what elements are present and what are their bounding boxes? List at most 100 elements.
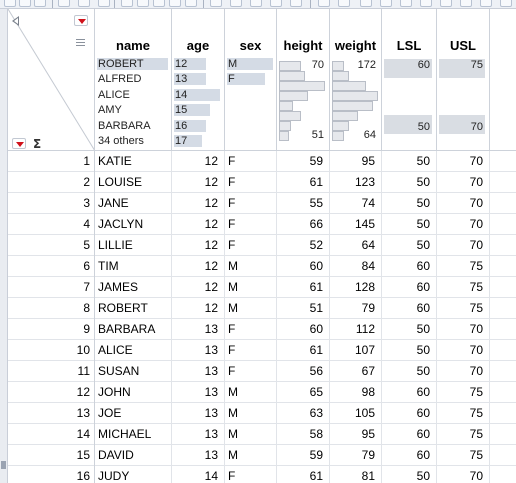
cell-lsl[interactable]: 60	[382, 424, 437, 445]
cell-weight[interactable]: 145	[330, 214, 382, 235]
cell-weight[interactable]: 98	[330, 382, 382, 403]
histogram-bar[interactable]	[332, 111, 358, 121]
histogram-bar[interactable]	[279, 61, 301, 71]
cell-lsl[interactable]: 50	[382, 151, 437, 172]
toolbar-button[interactable]	[318, 0, 330, 7]
cell-age[interactable]: 13	[172, 382, 225, 403]
cell-lsl[interactable]: 60	[382, 277, 437, 298]
cell-lsl[interactable]: 50	[382, 466, 437, 483]
table-row[interactable]: 12 JOHN 13 M 65 98 60 75	[8, 382, 516, 403]
cell-age[interactable]: 13	[172, 445, 225, 466]
cell-weight[interactable]: 84	[330, 256, 382, 277]
histogram-bar[interactable]	[279, 91, 308, 101]
row-number[interactable]: 7	[8, 277, 95, 298]
toolbar-button[interactable]	[290, 0, 302, 7]
cell-lsl[interactable]: 60	[382, 403, 437, 424]
cell-name[interactable]: TIM	[95, 256, 172, 277]
cell-sex[interactable]: F	[225, 214, 277, 235]
row-number[interactable]: 4	[8, 214, 95, 235]
cell-usl[interactable]: 75	[437, 403, 490, 424]
cell-weight[interactable]: 64	[330, 235, 382, 256]
cell-age[interactable]: 12	[172, 277, 225, 298]
cell-name[interactable]: JACLYN	[95, 214, 172, 235]
cell-age[interactable]: 12	[172, 172, 225, 193]
row-number[interactable]: 14	[8, 424, 95, 445]
cell-usl[interactable]: 75	[437, 256, 490, 277]
table-row[interactable]: 7 JAMES 12 M 61 128 60 75	[8, 277, 516, 298]
cell-usl[interactable]: 75	[437, 382, 490, 403]
histogram-bar[interactable]	[279, 101, 293, 111]
table-row[interactable]: 9 BARBARA 13 F 60 112 50 70	[8, 319, 516, 340]
table-row[interactable]: 5 LILLIE 12 F 52 64 50 70	[8, 235, 516, 256]
toolbar-button[interactable]	[500, 0, 512, 7]
histogram-bar[interactable]	[279, 71, 305, 81]
cell-name[interactable]: DAVID	[95, 445, 172, 466]
cell-weight[interactable]: 79	[330, 298, 382, 319]
cell-age[interactable]: 12	[172, 298, 225, 319]
cell-lsl[interactable]: 50	[382, 235, 437, 256]
toolbar-button[interactable]	[338, 0, 350, 7]
table-row[interactable]: 4 JACLYN 12 F 66 145 50 70	[8, 214, 516, 235]
histogram-bar[interactable]	[332, 61, 344, 71]
toolbar-button[interactable]	[137, 0, 149, 7]
row-number[interactable]: 9	[8, 319, 95, 340]
cell-age[interactable]: 12	[172, 214, 225, 235]
cell-weight[interactable]: 67	[330, 361, 382, 382]
table-row[interactable]: 14 MICHAEL 13 M 58 95 60 75	[8, 424, 516, 445]
cell-age[interactable]: 12	[172, 151, 225, 172]
cell-lsl[interactable]: 50	[382, 319, 437, 340]
row-number[interactable]: 10	[8, 340, 95, 361]
histogram-bar[interactable]	[332, 91, 378, 101]
cell-height[interactable]: 59	[277, 151, 330, 172]
toolbar-button[interactable]	[34, 0, 46, 7]
toolbar-button[interactable]	[360, 0, 372, 7]
cell-sex[interactable]: M	[225, 403, 277, 424]
table-row[interactable]: 11 SUSAN 13 F 56 67 50 70	[8, 361, 516, 382]
cell-name[interactable]: BARBARA	[95, 319, 172, 340]
cell-lsl[interactable]: 60	[382, 256, 437, 277]
back-triangle-icon[interactable]	[12, 16, 19, 26]
cell-lsl[interactable]: 50	[382, 214, 437, 235]
toolbar-button[interactable]	[58, 0, 70, 7]
cell-usl[interactable]: 70	[437, 214, 490, 235]
toolbar-button[interactable]	[400, 0, 412, 7]
cell-lsl[interactable]: 60	[382, 445, 437, 466]
toolbar-button[interactable]	[169, 0, 181, 7]
cell-weight[interactable]: 112	[330, 319, 382, 340]
row-number[interactable]: 12	[8, 382, 95, 403]
cell-name[interactable]: LOUISE	[95, 172, 172, 193]
cell-sex[interactable]: F	[225, 235, 277, 256]
cell-height[interactable]: 58	[277, 424, 330, 445]
table-row[interactable]: 3 JANE 12 F 55 74 50 70	[8, 193, 516, 214]
column-header-name[interactable]: name ROBERT ALFRED ALICE AMY BARBARA 34 …	[95, 9, 172, 151]
histogram-bar[interactable]	[279, 111, 301, 121]
column-header-height[interactable]: height 70 51	[277, 9, 330, 151]
cell-weight[interactable]: 81	[330, 466, 382, 483]
table-row[interactable]: 6 TIM 12 M 60 84 60 75	[8, 256, 516, 277]
cell-usl[interactable]: 75	[437, 277, 490, 298]
toolbar-button[interactable]	[380, 0, 392, 7]
cell-usl[interactable]: 75	[437, 445, 490, 466]
cell-usl[interactable]: 75	[437, 298, 490, 319]
cell-height[interactable]: 60	[277, 319, 330, 340]
cell-usl[interactable]: 75	[437, 424, 490, 445]
row-number[interactable]: 13	[8, 403, 95, 424]
cell-weight[interactable]: 95	[330, 151, 382, 172]
histogram-bar[interactable]	[279, 131, 289, 141]
table-row[interactable]: 13 JOE 13 M 63 105 60 75	[8, 403, 516, 424]
cell-sex[interactable]: M	[225, 277, 277, 298]
toolbar-button[interactable]	[250, 0, 262, 7]
row-number[interactable]: 2	[8, 172, 95, 193]
column-header-age[interactable]: age 12 13 14 15 16 17	[172, 9, 225, 151]
row-number[interactable]: 5	[8, 235, 95, 256]
red-triangle-menu-icon[interactable]	[12, 138, 26, 149]
sigma-icon[interactable]: Σ	[33, 137, 41, 150]
cell-lsl[interactable]: 50	[382, 172, 437, 193]
cell-weight[interactable]: 74	[330, 193, 382, 214]
cell-lsl[interactable]: 50	[382, 340, 437, 361]
toolbar-button[interactable]	[460, 0, 472, 7]
cell-age[interactable]: 12	[172, 256, 225, 277]
cell-height[interactable]: 56	[277, 361, 330, 382]
toolbar-button[interactable]	[420, 0, 432, 7]
cell-name[interactable]: MICHAEL	[95, 424, 172, 445]
